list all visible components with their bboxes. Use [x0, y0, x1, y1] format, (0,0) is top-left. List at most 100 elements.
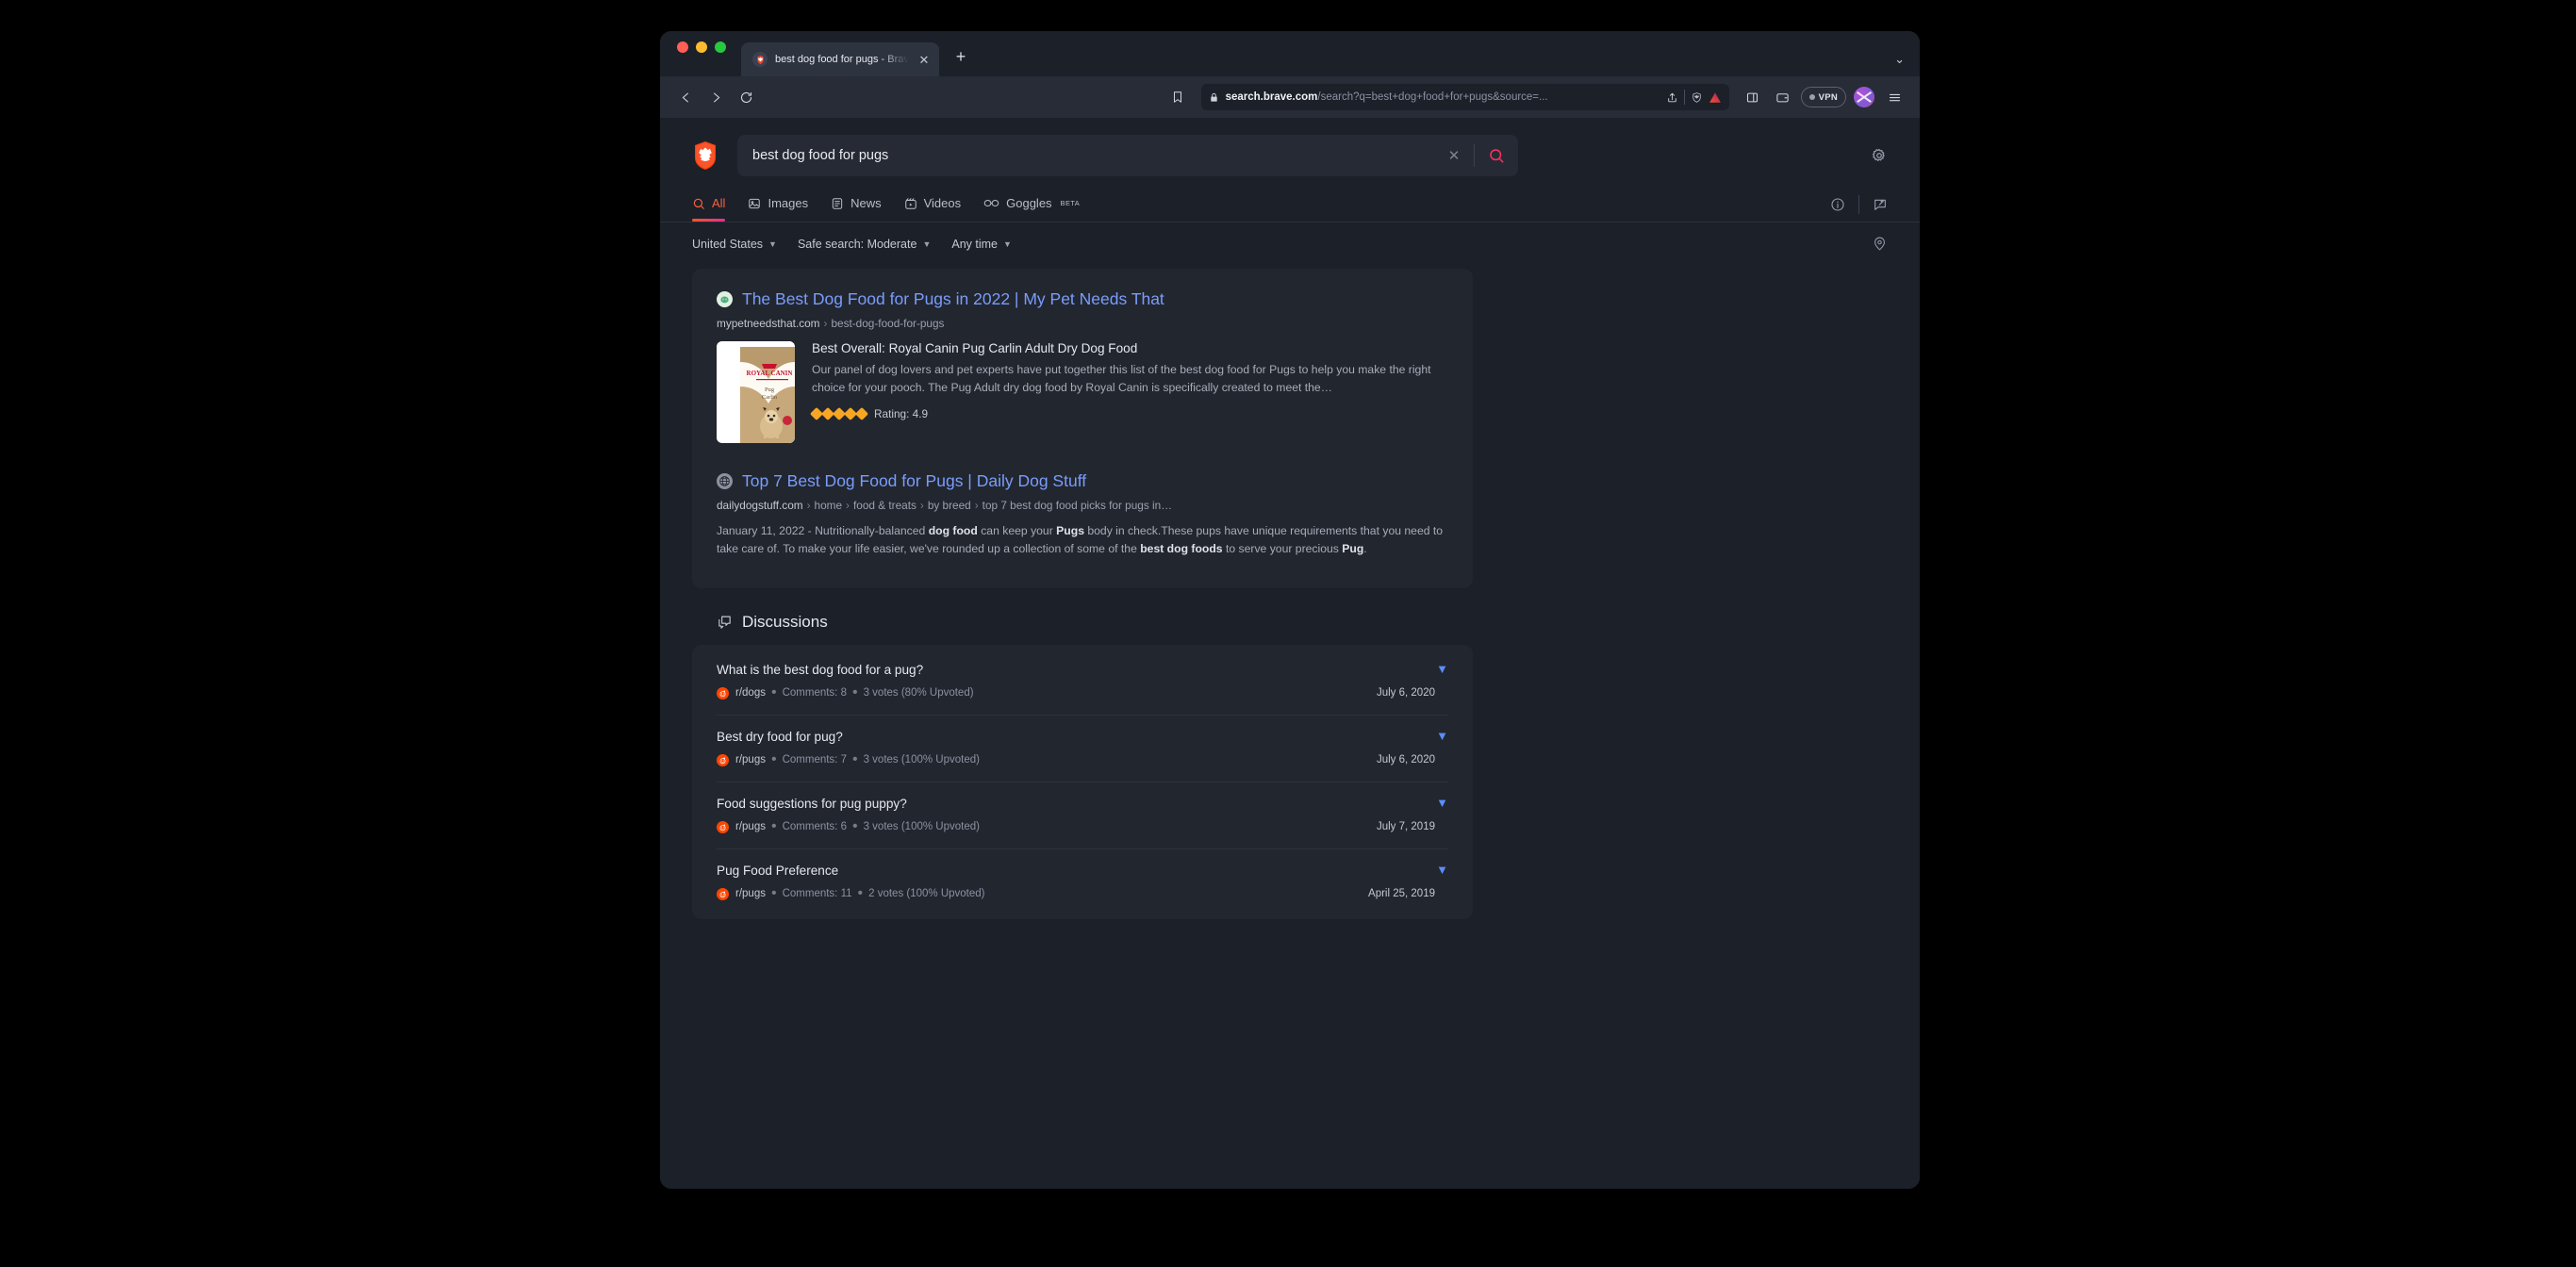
- url-host: search.brave.com: [1225, 91, 1318, 103]
- result-title-link[interactable]: Top 7 Best Dog Food for Pugs | Daily Dog…: [742, 471, 1086, 492]
- rich-snippet-description: Our panel of dog lovers and pet experts …: [812, 362, 1431, 394]
- share-icon[interactable]: [1666, 91, 1678, 104]
- close-window-button[interactable]: [677, 41, 688, 53]
- discussions-icon: [717, 615, 733, 631]
- discussion-row[interactable]: What is the best dog food for a pug? ▼ r…: [717, 649, 1448, 716]
- minimize-window-button[interactable]: [696, 41, 707, 53]
- chevron-down-icon: ▼: [922, 239, 932, 249]
- reddit-icon: [717, 820, 729, 833]
- chevron-down-icon[interactable]: ▼: [1436, 797, 1448, 809]
- tab-all-label: All: [712, 196, 726, 210]
- filter-time[interactable]: Any time ▼: [951, 238, 1012, 251]
- profile-avatar[interactable]: [1852, 85, 1876, 109]
- search-result-2: Top 7 Best Dog Food for Pugs | Daily Dog…: [717, 471, 1448, 558]
- new-tab-button[interactable]: +: [950, 47, 971, 68]
- reload-button[interactable]: [734, 85, 758, 109]
- search-settings-button[interactable]: [1871, 147, 1888, 164]
- discussion-date: April 25, 2019: [1368, 888, 1435, 900]
- search-input[interactable]: best dog food for pugs: [752, 148, 1438, 163]
- vpn-status-dot: [1808, 94, 1815, 100]
- result-crumb: by breed: [927, 498, 971, 512]
- lock-icon: [1209, 92, 1219, 103]
- discussion-row[interactable]: Food suggestions for pug puppy? ▼ r/pugs…: [717, 782, 1448, 850]
- location-button[interactable]: [1872, 236, 1888, 252]
- tab-news[interactable]: News: [831, 196, 882, 221]
- meta-separator: •: [851, 751, 858, 768]
- result-host: mypetneedsthat.com: [717, 316, 820, 330]
- tab-images[interactable]: Images: [748, 196, 808, 221]
- forward-button[interactable]: [703, 85, 728, 109]
- rating-row: Rating: 4.9: [809, 406, 1448, 420]
- discussion-date: July 6, 2020: [1376, 687, 1435, 699]
- filter-country[interactable]: United States ▼: [692, 238, 777, 251]
- discussion-row[interactable]: Pug Food Preference ▼ r/pugs • Comments:…: [717, 849, 1448, 915]
- brave-logo-icon[interactable]: [692, 140, 718, 171]
- wallet-icon[interactable]: [1771, 85, 1795, 109]
- bookmark-button[interactable]: [1165, 85, 1190, 109]
- tab-all[interactable]: All: [692, 196, 726, 222]
- tab-title: best dog food for pugs - Brave S: [775, 54, 909, 65]
- tab-videos[interactable]: Videos: [904, 196, 961, 221]
- discussion-question[interactable]: What is the best dog food for a pug?: [717, 663, 1436, 677]
- result-url: dailydogstuff.com › home › food & treats › by …: [717, 498, 1172, 512]
- discussion-row[interactable]: Best dry food for pug? ▼ r/pugs • Commen…: [717, 716, 1448, 783]
- reddit-icon: [717, 686, 729, 699]
- tab-strip: best dog food for pugs - Brave S ✕ + ⌄: [660, 31, 1920, 76]
- back-button[interactable]: [673, 85, 698, 109]
- nav-divider: [1858, 195, 1859, 214]
- clear-search-button[interactable]: ✕: [1438, 140, 1470, 172]
- discussion-votes: 3 votes (100% Upvoted): [863, 754, 980, 766]
- tab-images-label: Images: [768, 196, 809, 210]
- snippet-part: to serve your precious: [1222, 542, 1343, 556]
- browser-tab[interactable]: best dog food for pugs - Brave S ✕: [741, 42, 939, 76]
- svg-text:Carlin: Carlin: [762, 394, 778, 401]
- browser-menu-button[interactable]: [1882, 85, 1907, 109]
- tab-list-menu-button[interactable]: ⌄: [1894, 52, 1905, 67]
- tab-news-label: News: [850, 196, 882, 210]
- window-controls: [677, 31, 726, 76]
- svg-text:Pug: Pug: [765, 387, 775, 393]
- rating-label: Rating: 4.9: [874, 406, 929, 420]
- tab-goggles[interactable]: Goggles BETA: [983, 196, 1080, 221]
- discussions-heading: Discussions: [660, 588, 1920, 632]
- result-title-link[interactable]: The Best Dog Food for Pugs in 2022 | My …: [742, 289, 1164, 310]
- search-header: best dog food for pugs ✕: [660, 118, 1920, 176]
- discussion-question[interactable]: Food suggestions for pug puppy?: [717, 797, 1436, 811]
- close-tab-button[interactable]: ✕: [916, 52, 932, 67]
- rating-stars: [809, 406, 869, 420]
- discussion-subreddit: r/dogs: [735, 687, 766, 699]
- svg-text:ROYAL CANIN: ROYAL CANIN: [747, 370, 793, 377]
- rich-snippet-title: Best Overall: Royal Canin Pug Carlin Adu…: [812, 340, 1138, 355]
- maximize-window-button[interactable]: [715, 41, 726, 53]
- info-icon[interactable]: [1830, 197, 1845, 212]
- result-favicon-icon: [717, 291, 733, 308]
- result-rich-snippet: ROYAL CANIN Pug Carlin Best Overall: Roy…: [717, 340, 1448, 443]
- result-crumb: home: [814, 498, 843, 512]
- result-crumb: top 7 best dog food picks for pugs in…: [982, 498, 1172, 512]
- address-bar[interactable]: search.brave.com/search?q=best+dog+food+…: [1200, 84, 1729, 110]
- reddit-icon: [717, 753, 729, 766]
- discussions-title: Discussions: [742, 613, 828, 632]
- discussion-question[interactable]: Pug Food Preference: [717, 864, 1436, 878]
- vpn-button[interactable]: VPN: [1800, 87, 1846, 107]
- discussions-card: What is the best dog food for a pug? ▼ r…: [692, 645, 1473, 920]
- chevron-down-icon[interactable]: ▼: [1436, 730, 1448, 742]
- result-crumb: best-dog-food-for-pugs: [831, 316, 945, 330]
- snippet-part: .: [1363, 542, 1367, 556]
- feedback-icon[interactable]: [1873, 197, 1888, 212]
- meta-separator: •: [851, 684, 858, 701]
- bat-rewards-icon[interactable]: [1709, 91, 1722, 104]
- search-box[interactable]: best dog food for pugs ✕: [737, 135, 1518, 176]
- filter-time-label: Any time: [951, 237, 998, 251]
- chevron-down-icon[interactable]: ▼: [1436, 663, 1448, 675]
- chevron-down-icon[interactable]: ▼: [1436, 864, 1448, 876]
- result-url: mypetneedsthat.com › best-dog-food-for-pug…: [717, 316, 945, 330]
- filter-safesearch[interactable]: Safe search: Moderate ▼: [798, 238, 931, 251]
- discussion-question[interactable]: Best dry food for pug?: [717, 730, 1436, 744]
- product-thumbnail[interactable]: ROYAL CANIN Pug Carlin: [717, 340, 795, 443]
- brave-shields-icon[interactable]: [1691, 91, 1703, 104]
- search-submit-icon[interactable]: [1478, 138, 1514, 173]
- vpn-label: VPN: [1818, 91, 1838, 103]
- browser-window: best dog food for pugs - Brave S ✕ + ⌄ s…: [660, 31, 1920, 1189]
- sidebar-toggle-button[interactable]: [1741, 85, 1765, 109]
